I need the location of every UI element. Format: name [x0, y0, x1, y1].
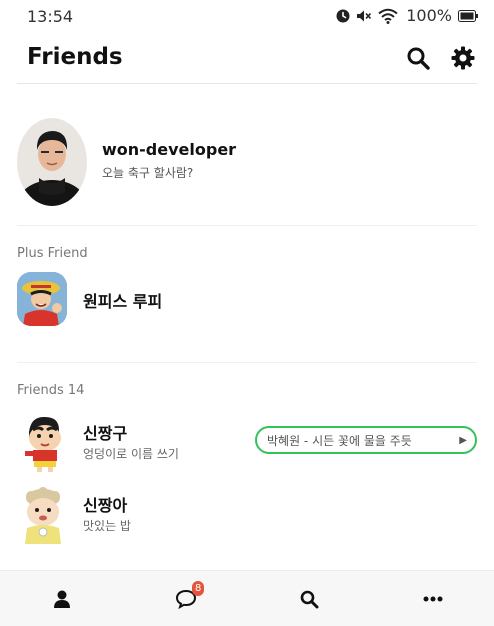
- status-bar: 13:54 100%: [0, 0, 494, 34]
- my-profile[interactable]: won-developer 오늘 축구 할사람?: [17, 112, 477, 226]
- unread-badge: 8: [192, 581, 205, 596]
- person-icon: [54, 590, 70, 608]
- friend-item-shin-jjanggu[interactable]: 신짱구 엉덩이로 이름 쓰기 박혜원 - 시든 꽃에 물을 주듯 ▶: [17, 412, 477, 478]
- friend-status-message: 엉덩이로 이름 쓰기: [83, 447, 179, 461]
- profile-music-title: 박혜원 - 시든 꽃에 물을 주듯: [267, 433, 412, 448]
- search-icon: [407, 47, 430, 70]
- more-icon: [423, 596, 443, 602]
- tab-more[interactable]: [371, 571, 494, 626]
- plus-friend-avatar: [17, 272, 67, 326]
- friend-name: 신짱아: [83, 496, 128, 515]
- tab-search[interactable]: [247, 571, 371, 626]
- plus-friend-item[interactable]: 원피스 루피: [17, 270, 477, 330]
- battery-icon: [458, 9, 478, 22]
- section-divider: [17, 362, 477, 363]
- friend-avatar: [17, 484, 69, 544]
- tab-chats[interactable]: 8: [124, 571, 248, 626]
- plus-friend-section-label: Plus Friend: [17, 246, 88, 261]
- wifi-icon: [378, 8, 398, 24]
- bottom-tab-bar: 8: [0, 570, 494, 626]
- friend-avatar: [17, 412, 69, 472]
- mute-icon: [356, 9, 372, 23]
- friend-status-message: 맛있는 밥: [83, 519, 131, 533]
- search-icon: [300, 590, 319, 609]
- gear-icon: [451, 46, 475, 70]
- search-button[interactable]: [404, 44, 432, 72]
- my-status-message: 오늘 축구 할사람?: [102, 166, 194, 180]
- battery-level: 100%: [406, 6, 452, 25]
- header: Friends: [17, 34, 477, 84]
- friend-name: 신짱구: [83, 424, 128, 443]
- status-icons: 100%: [336, 6, 478, 25]
- friends-section-label: Friends 14: [17, 383, 85, 398]
- tab-friends[interactable]: [0, 571, 124, 626]
- plus-friend-name: 원피스 루피: [83, 292, 163, 311]
- status-time: 13:54: [27, 7, 74, 26]
- settings-button[interactable]: [449, 44, 477, 72]
- my-name: won-developer: [102, 140, 237, 159]
- play-icon: ▶: [459, 435, 467, 446]
- page-title: Friends: [27, 44, 123, 70]
- friend-item-shin-jjanga[interactable]: 신짱아 맛있는 밥: [17, 484, 477, 550]
- alarm-icon: [336, 9, 350, 23]
- my-avatar[interactable]: [17, 118, 87, 206]
- profile-music-pill[interactable]: 박혜원 - 시든 꽃에 물을 주듯 ▶: [255, 426, 477, 454]
